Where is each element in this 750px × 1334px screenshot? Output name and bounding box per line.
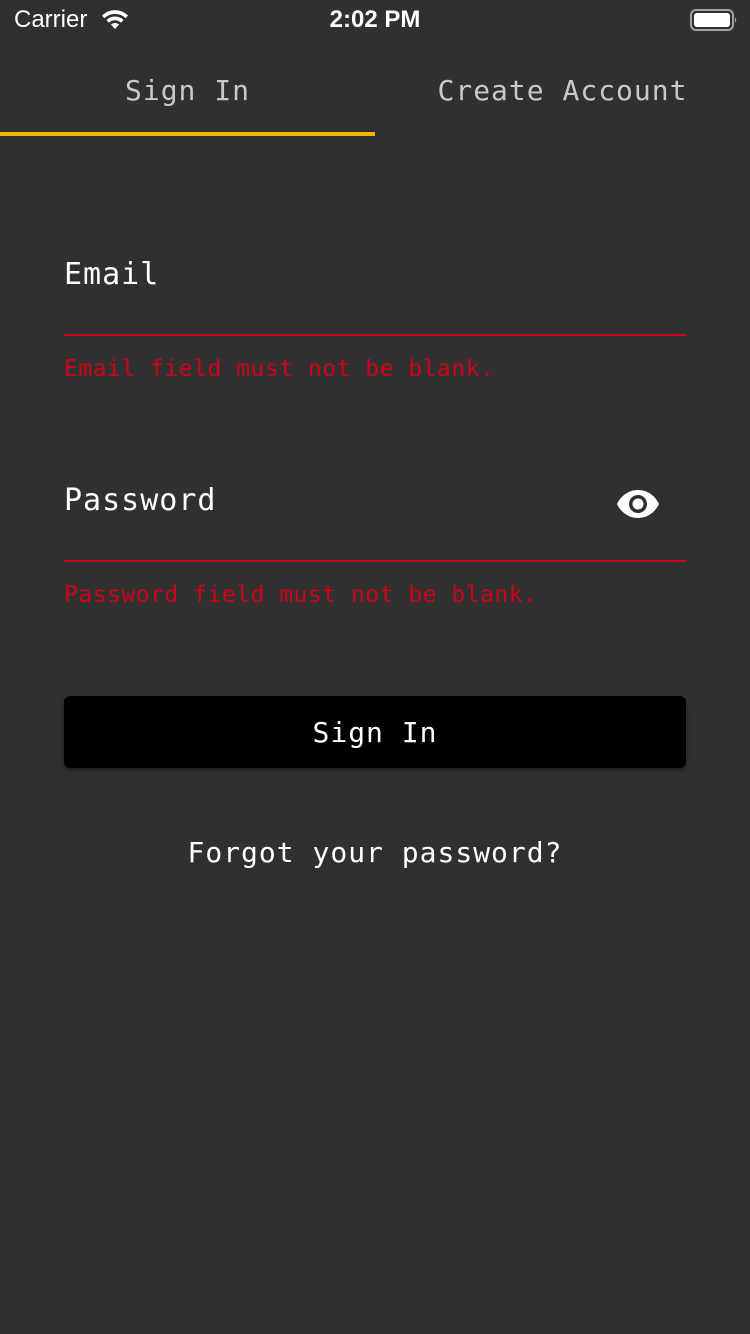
active-tab-indicator bbox=[0, 132, 375, 136]
tab-create-account-label: Create Account bbox=[437, 73, 688, 107]
tab-create-account[interactable]: Create Account bbox=[375, 44, 750, 136]
email-field[interactable] bbox=[64, 240, 686, 336]
status-time: 2:02 PM bbox=[329, 6, 421, 33]
tab-sign-in[interactable]: Sign In bbox=[0, 44, 375, 136]
password-error-message: Password field must not be blank. bbox=[64, 582, 538, 608]
tab-sign-in-label: Sign In bbox=[124, 73, 250, 107]
email-field-group: Email field must not be blank. bbox=[64, 240, 686, 382]
eye-icon[interactable] bbox=[616, 488, 660, 520]
email-error-message: Email field must not be blank. bbox=[64, 356, 495, 382]
forgot-password-link[interactable]: Forgot your password? bbox=[0, 836, 750, 869]
status-bar: Carrier 2:02 PM bbox=[0, 0, 750, 40]
battery-icon bbox=[690, 9, 737, 31]
sign-in-button[interactable]: Sign In bbox=[64, 696, 686, 768]
auth-tabs: Sign In Create Account bbox=[0, 44, 750, 136]
password-field[interactable] bbox=[64, 466, 686, 562]
password-field-group: Password field must not be blank. bbox=[64, 466, 686, 608]
